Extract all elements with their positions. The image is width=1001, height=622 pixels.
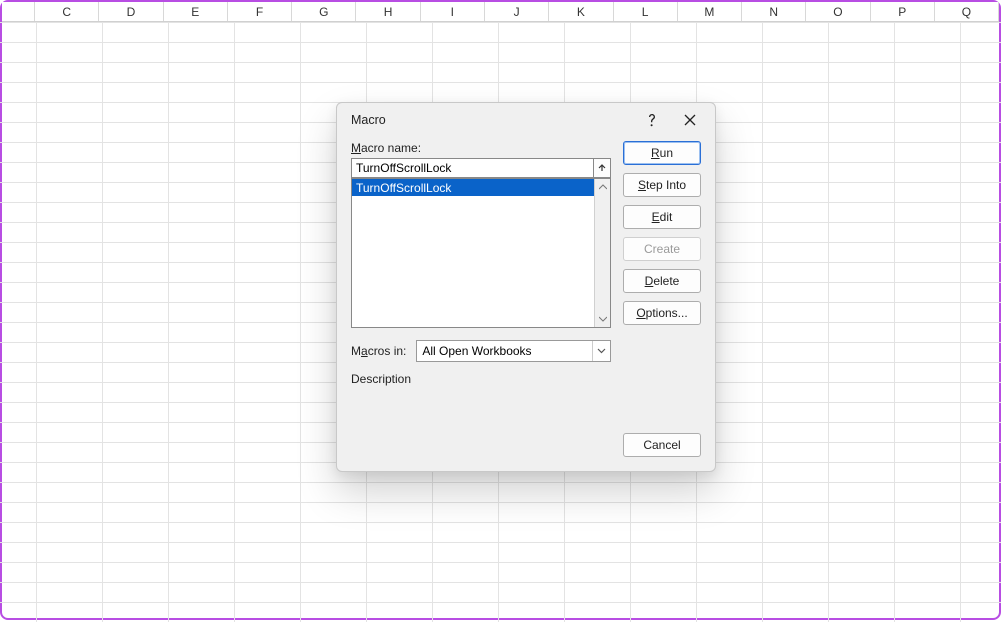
column-header[interactable]: M <box>678 2 742 21</box>
column-header[interactable]: D <box>99 2 163 21</box>
column-header[interactable]: E <box>164 2 228 21</box>
macro-name-step-button[interactable] <box>593 158 611 178</box>
column-header[interactable]: N <box>742 2 806 21</box>
edit-button[interactable]: Edit <box>623 205 701 229</box>
chevron-down-icon <box>592 341 610 361</box>
close-icon <box>684 114 696 126</box>
description-label: Description <box>351 372 611 386</box>
create-button: Create <box>623 237 701 261</box>
scroll-up-icon[interactable] <box>595 179 610 195</box>
options-button[interactable]: Options... <box>623 301 701 325</box>
scroll-down-icon[interactable] <box>595 311 610 327</box>
column-header[interactable]: P <box>871 2 935 21</box>
macros-in-value: All Open Workbooks <box>422 344 531 358</box>
list-item[interactable]: TurnOffScrollLock <box>352 179 594 196</box>
column-header[interactable]: F <box>228 2 292 21</box>
help-icon <box>647 113 657 127</box>
arrow-up-icon <box>597 163 607 173</box>
delete-button[interactable]: Delete <box>623 269 701 293</box>
column-header[interactable]: I <box>421 2 485 21</box>
macro-dialog: Macro Macro name: <box>336 102 716 472</box>
macro-listbox[interactable]: TurnOffScrollLock <box>351 178 611 328</box>
column-header[interactable]: Q <box>935 2 999 21</box>
column-header[interactable]: H <box>356 2 420 21</box>
column-header[interactable]: G <box>292 2 356 21</box>
macro-name-input[interactable] <box>351 158 594 178</box>
column-headers: CDEFGHIJKLMNOPQ <box>2 2 999 22</box>
dialog-title: Macro <box>351 113 633 127</box>
column-header[interactable]: L <box>614 2 678 21</box>
help-button[interactable] <box>633 105 671 135</box>
column-header[interactable]: O <box>806 2 870 21</box>
macros-in-dropdown[interactable]: All Open Workbooks <box>416 340 611 362</box>
cancel-button[interactable]: Cancel <box>623 433 701 457</box>
close-button[interactable] <box>671 105 709 135</box>
run-button[interactable]: Run <box>623 141 701 165</box>
macros-in-label: Macros in: <box>351 344 406 358</box>
macro-name-label: Macro name: <box>351 141 611 155</box>
column-header[interactable]: C <box>35 2 99 21</box>
dialog-titlebar: Macro <box>337 103 715 137</box>
step-into-button[interactable]: Step Into <box>623 173 701 197</box>
column-header[interactable]: K <box>549 2 613 21</box>
listbox-scrollbar[interactable] <box>594 179 610 327</box>
column-header[interactable]: J <box>485 2 549 21</box>
